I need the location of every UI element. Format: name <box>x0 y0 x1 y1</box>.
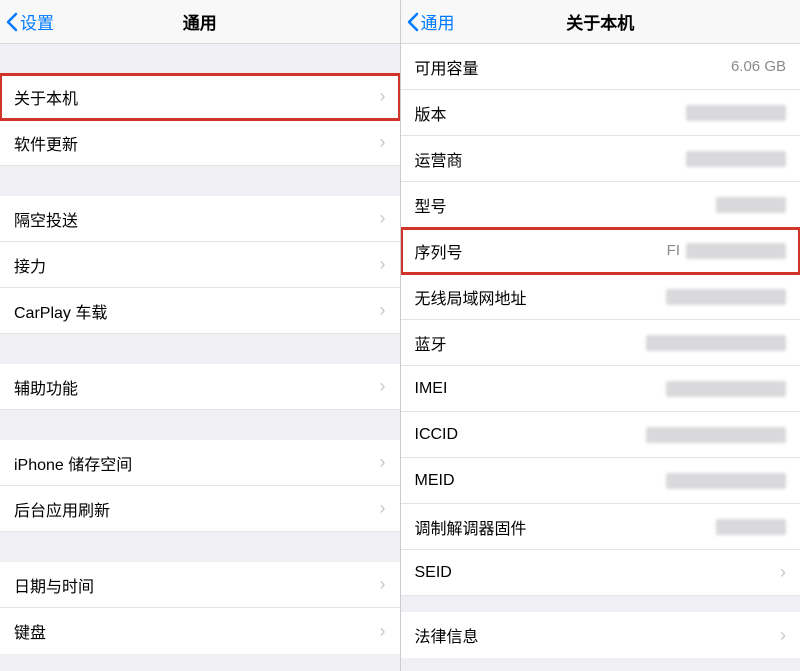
row-date-time[interactable]: 日期与时间 › <box>0 562 400 608</box>
row-value <box>537 519 786 535</box>
redacted-value <box>666 381 786 397</box>
row-handoff[interactable]: 接力 › <box>0 242 400 288</box>
row-legal[interactable]: 法律信息 › <box>401 612 800 658</box>
chevron-right-icon: › <box>380 498 386 519</box>
navbar-about: 通用 关于本机 <box>401 0 800 44</box>
redacted-value <box>646 427 786 443</box>
back-label: 通用 <box>421 9 455 34</box>
general-settings-screen: 设置 通用 关于本机 › 软件更新 › 隔空投送 › 接力 › CarPlay … <box>0 0 401 671</box>
about-screen: 通用 关于本机 可用容量 6.06 GB 版本 运营商 型号 序列号 FI 无线… <box>401 0 800 671</box>
redacted-value <box>686 105 786 121</box>
navbar-title: 关于本机 <box>401 9 800 34</box>
redacted-value <box>666 289 786 305</box>
row-iccid: ICCID <box>401 412 800 458</box>
chevron-right-icon: › <box>380 376 386 397</box>
row-bluetooth: 蓝牙 <box>401 320 800 366</box>
serial-prefix: FI <box>667 242 680 259</box>
row-imei: IMEI <box>401 366 800 412</box>
row-label: 法律信息 <box>415 623 479 647</box>
row-label: iPhone 储存空间 <box>14 451 132 475</box>
back-label: 设置 <box>20 9 54 34</box>
back-to-settings[interactable]: 设置 <box>0 9 54 34</box>
row-label: 软件更新 <box>14 131 78 155</box>
chevron-right-icon: › <box>780 625 786 646</box>
chevron-left-icon <box>6 12 18 32</box>
row-value <box>465 473 787 489</box>
row-label: CarPlay 车载 <box>14 299 107 323</box>
redacted-value <box>666 473 786 489</box>
row-label: 型号 <box>415 193 447 217</box>
row-carplay[interactable]: CarPlay 车载 › <box>0 288 400 334</box>
row-label: 调制解调器固件 <box>415 515 527 539</box>
row-seid[interactable]: SEID › <box>401 550 800 596</box>
row-value <box>457 335 786 351</box>
row-label: IMEI <box>415 380 448 398</box>
row-label: 可用容量 <box>415 55 479 79</box>
general-list: 关于本机 › 软件更新 › 隔空投送 › 接力 › CarPlay 车载 › 辅… <box>0 44 400 654</box>
row-airdrop[interactable]: 隔空投送 › <box>0 196 400 242</box>
redacted-value <box>686 151 786 167</box>
row-meid: MEID <box>401 458 800 504</box>
row-version: 版本 <box>401 90 800 136</box>
row-carrier: 运营商 <box>401 136 800 182</box>
row-wifi-address: 无线局域网地址 <box>401 274 800 320</box>
redacted-value <box>716 197 786 213</box>
redacted-value <box>686 243 786 259</box>
about-list: 可用容量 6.06 GB 版本 运营商 型号 序列号 FI 无线局域网地址 蓝牙 <box>401 44 800 658</box>
navbar-title: 通用 <box>0 9 400 34</box>
row-label: 版本 <box>415 101 447 125</box>
redacted-value <box>716 519 786 535</box>
row-label: 关于本机 <box>14 85 78 109</box>
row-value <box>457 381 786 397</box>
row-label: SEID <box>415 564 452 582</box>
chevron-right-icon: › <box>380 254 386 275</box>
row-label: ICCID <box>415 426 459 444</box>
row-value <box>457 197 786 213</box>
row-label: 蓝牙 <box>415 331 447 355</box>
chevron-right-icon: › <box>380 621 386 642</box>
chevron-right-icon: › <box>380 574 386 595</box>
row-label: 序列号 <box>415 239 463 263</box>
row-label: 无线局域网地址 <box>415 285 527 309</box>
row-value <box>457 105 786 121</box>
row-value <box>537 289 786 305</box>
row-storage[interactable]: iPhone 储存空间 › <box>0 440 400 486</box>
row-label: 辅助功能 <box>14 375 78 399</box>
row-label: 隔空投送 <box>14 207 78 231</box>
row-available: 可用容量 6.06 GB <box>401 44 800 90</box>
row-keyboard[interactable]: 键盘 › <box>0 608 400 654</box>
row-serial: 序列号 FI <box>401 228 800 274</box>
row-value: FI <box>473 242 786 259</box>
chevron-right-icon: › <box>380 208 386 229</box>
chevron-right-icon: › <box>380 86 386 107</box>
row-modem-firmware: 调制解调器固件 <box>401 504 800 550</box>
row-label: 后台应用刷新 <box>14 497 110 521</box>
row-about[interactable]: 关于本机 › <box>0 74 400 120</box>
row-bg-refresh[interactable]: 后台应用刷新 › <box>0 486 400 532</box>
row-label: 日期与时间 <box>14 573 94 597</box>
chevron-left-icon <box>407 12 419 32</box>
chevron-right-icon: › <box>780 562 786 583</box>
row-model: 型号 <box>401 182 800 228</box>
row-value <box>473 151 786 167</box>
chevron-right-icon: › <box>380 132 386 153</box>
row-label: 接力 <box>14 253 46 277</box>
redacted-value <box>646 335 786 351</box>
row-value <box>468 427 786 443</box>
row-label: 运营商 <box>415 147 463 171</box>
row-label: 键盘 <box>14 619 46 643</box>
row-value: 6.06 GB <box>489 58 786 75</box>
chevron-right-icon: › <box>380 300 386 321</box>
row-accessibility[interactable]: 辅助功能 › <box>0 364 400 410</box>
row-label: MEID <box>415 472 455 490</box>
navbar-general: 设置 通用 <box>0 0 400 44</box>
chevron-right-icon: › <box>380 452 386 473</box>
back-to-general[interactable]: 通用 <box>401 9 455 34</box>
row-software-update[interactable]: 软件更新 › <box>0 120 400 166</box>
